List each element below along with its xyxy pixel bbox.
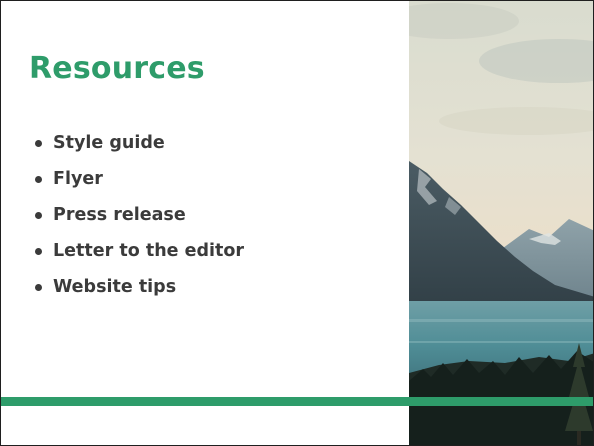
bullet-icon	[35, 176, 42, 183]
list-item-label: Flyer	[53, 169, 103, 189]
list-item: Website tips	[35, 273, 244, 309]
list-item: Flyer	[35, 165, 244, 201]
resource-list: Style guide Flyer Press release Letter t…	[35, 129, 244, 309]
bullet-icon	[35, 284, 42, 291]
bullet-icon	[35, 248, 42, 255]
list-item: Style guide	[35, 129, 244, 165]
mountain-lake-photo	[409, 1, 593, 445]
list-item: Press release	[35, 201, 244, 237]
list-item-label: Website tips	[53, 277, 177, 297]
list-item: Letter to the editor	[35, 237, 244, 273]
accent-band	[1, 397, 593, 406]
slide-title: Resources	[29, 51, 205, 86]
list-item-label: Style guide	[53, 133, 165, 153]
slide: Resources Style guide Flyer Press releas…	[0, 0, 594, 446]
bullet-icon	[35, 140, 42, 147]
list-item-label: Letter to the editor	[53, 241, 245, 261]
list-item-label: Press release	[53, 205, 186, 225]
bullet-icon	[35, 212, 42, 219]
